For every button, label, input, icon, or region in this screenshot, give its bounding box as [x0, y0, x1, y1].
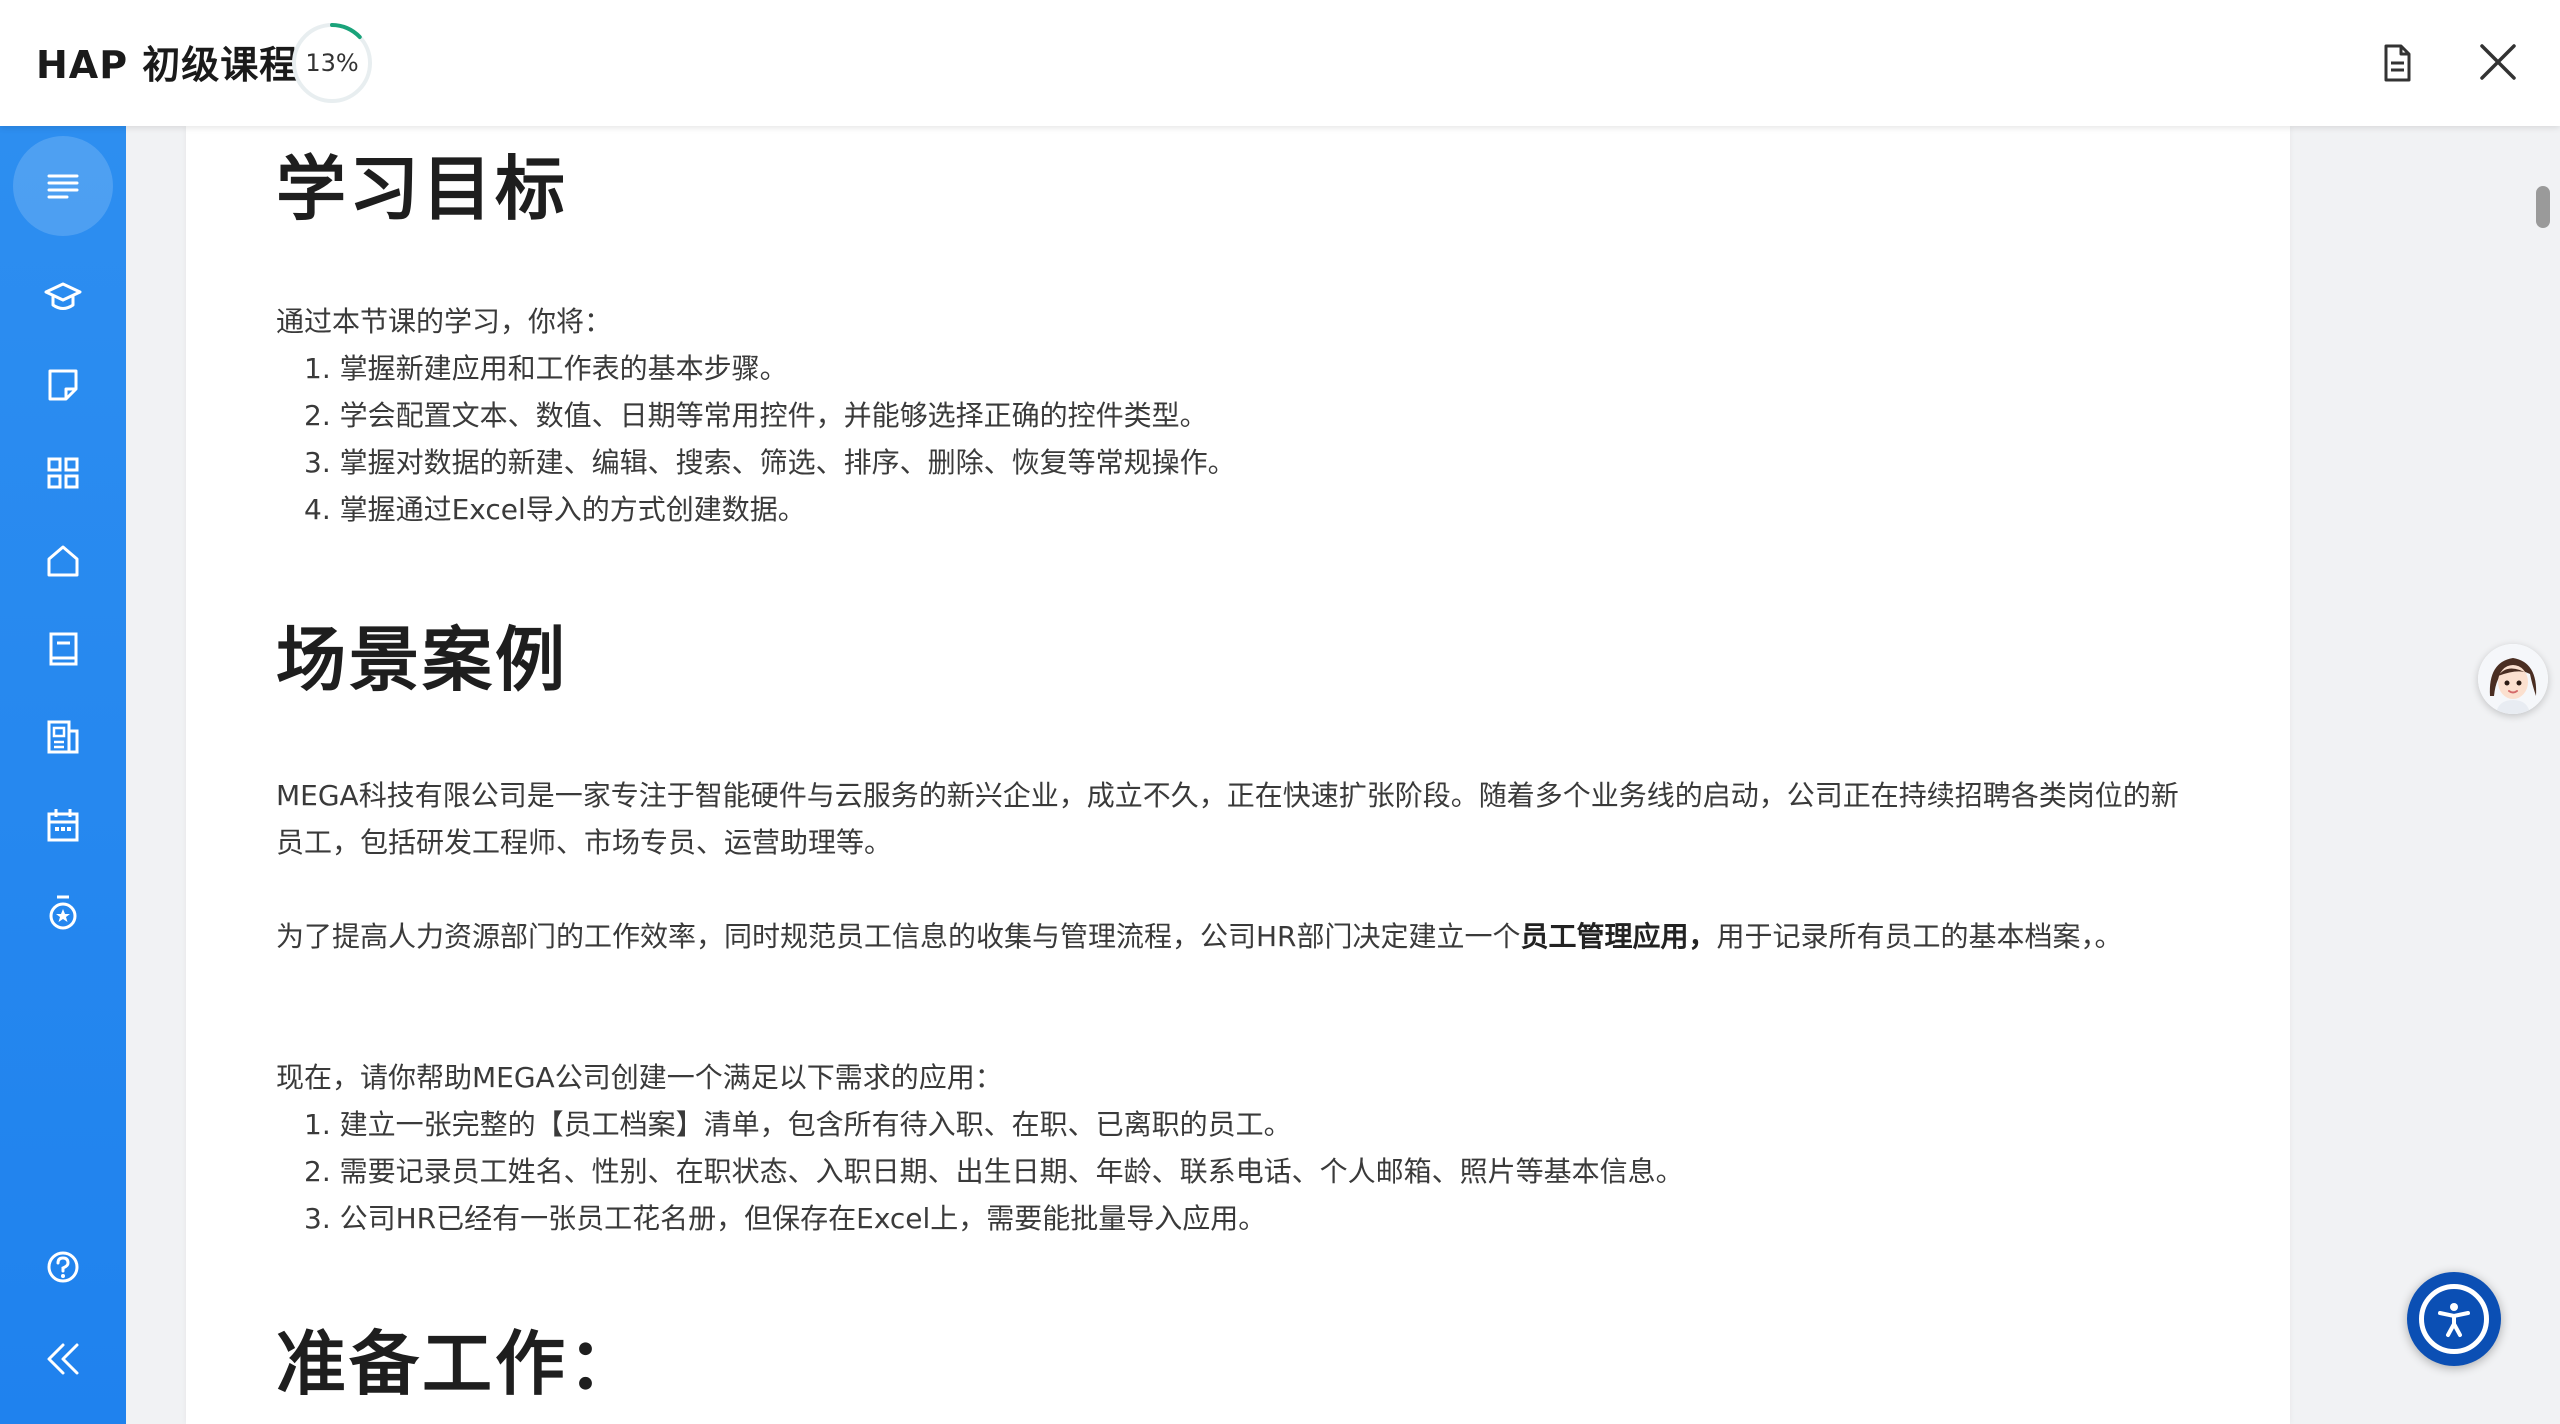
goals-intro: 通过本节课的学习，你将：	[276, 305, 613, 338]
scenario-bold-text: 员工管理应用，	[1520, 920, 1717, 953]
scenario-text: 为了提高人力资源部门的工作效率，同时规范员工信息的收集与管理流程，公司HR部门决…	[276, 920, 1521, 953]
scenario-paragraph-1: MEGA科技有限公司是一家专注于智能硬件与云服务的新兴企业，成立不久，正在快速扩…	[276, 779, 2179, 859]
left-sidebar	[0, 126, 126, 1424]
goal-item: 1. 掌握新建应用和工作表的基本步骤。	[304, 352, 788, 385]
requirement-item: 2. 需要记录员工姓名、性别、在职状态、入职日期、出生日期、年龄、联系电话、个人…	[304, 1155, 1684, 1188]
sidebar-item-calendar[interactable]	[13, 775, 113, 875]
sidebar-item-outline[interactable]	[13, 136, 113, 236]
scenario-text: 用于记录所有员工的基本档案，。	[1716, 920, 2123, 953]
progress-indicator: 13%	[290, 21, 374, 105]
book-icon	[49, 632, 78, 666]
scenario-paragraph-2: 为了提高人力资源部门的工作效率，同时规范员工信息的收集与管理流程，公司HR部门决…	[276, 913, 2196, 960]
goal-item: 3. 掌握对数据的新建、编辑、搜索、筛选、排序、删除、恢复等常规操作。	[304, 446, 1236, 479]
sidebar-item-award[interactable]	[13, 863, 113, 963]
top-header: HAP 初级课程 13%	[0, 0, 2560, 126]
home-icon	[47, 545, 79, 577]
help-circle-icon	[47, 1251, 79, 1283]
sidebar-item-articles[interactable]	[13, 687, 113, 787]
requirement-item: 3. 公司HR已经有一张员工花名册，但保存在Excel上，需要能批量导入应用。	[304, 1202, 1267, 1235]
heading-scenario: 场景案例	[276, 619, 568, 701]
goal-item: 2. 学会配置文本、数值、日期等常用控件，并能够选择正确的控件类型。	[304, 399, 1208, 432]
scrollbar-track[interactable]	[2530, 126, 2552, 1424]
course-title: HAP 初级课程	[36, 43, 299, 87]
help-button[interactable]	[13, 1217, 113, 1317]
medal-icon	[49, 895, 77, 930]
article-icon	[47, 720, 79, 754]
sidebar-item-home[interactable]	[13, 511, 113, 611]
lesson-content: 学习目标 通过本节课的学习，你将： 1. 掌握新建应用和工作表的基本步骤。 2.…	[186, 126, 2290, 1424]
grid-apps-icon	[47, 457, 79, 489]
goal-item: 4. 掌握通过Excel导入的方式创建数据。	[304, 493, 806, 526]
heading-learning-goals: 学习目标	[276, 148, 568, 230]
sidebar-item-notes[interactable]	[13, 335, 113, 435]
assistant-avatar[interactable]	[2478, 644, 2548, 714]
sidebar-item-book[interactable]	[13, 599, 113, 699]
double-chevron-left-icon	[47, 1343, 79, 1375]
accessibility-button[interactable]	[2407, 1272, 2501, 1366]
accessibility-icon	[2419, 1284, 2489, 1354]
note-icon	[48, 369, 78, 401]
sidebar-item-course[interactable]	[13, 247, 113, 347]
close-icon[interactable]	[2474, 38, 2522, 86]
scenario-paragraph-3: 现在，请你帮助MEGA公司创建一个满足以下需求的应用：	[276, 1061, 1003, 1094]
scrollbar-thumb[interactable]	[2536, 186, 2550, 228]
calendar-icon	[47, 809, 79, 842]
graduation-cap-icon	[44, 282, 82, 310]
assistant-face-icon	[2478, 644, 2548, 714]
list-lines-icon	[47, 174, 79, 199]
heading-preparation: 准备工作：	[276, 1323, 641, 1405]
progress-label: 13%	[305, 49, 359, 77]
sidebar-item-apps[interactable]	[13, 423, 113, 523]
requirement-item: 1. 建立一张完整的【员工档案】清单，包含所有待入职、在职、已离职的员工。	[304, 1108, 1292, 1141]
document-icon[interactable]	[2376, 42, 2418, 84]
collapse-sidebar-button[interactable]	[13, 1309, 113, 1409]
